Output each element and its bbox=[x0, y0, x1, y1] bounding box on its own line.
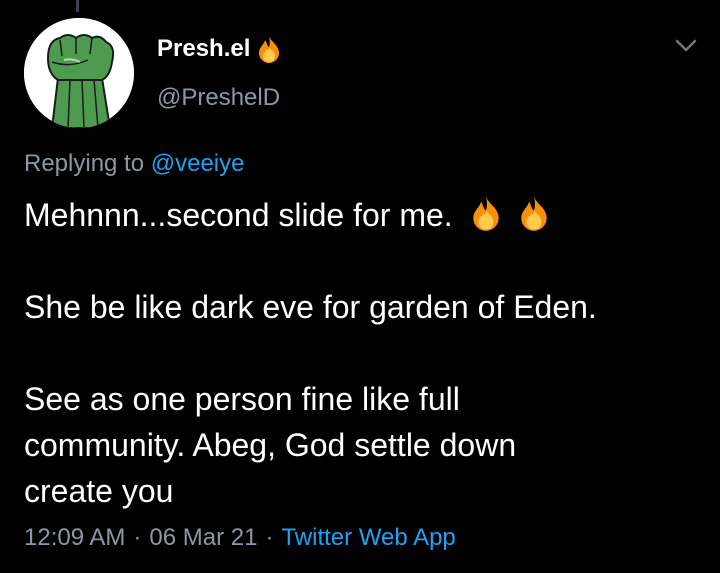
avatar[interactable] bbox=[24, 18, 134, 128]
fire-emoji-icon bbox=[473, 196, 499, 231]
fire-emoji-icon bbox=[521, 196, 547, 231]
meta-separator: · bbox=[265, 524, 274, 551]
tweet-metadata: 12:09 AM · 06 Mar 21 · Twitter Web App bbox=[24, 524, 456, 552]
replying-to-mention-link[interactable]: @veeiye bbox=[151, 150, 245, 177]
author-name-row[interactable]: Presh.el bbox=[157, 34, 284, 64]
tweet-line-2: She be like dark eve for garden of Eden. bbox=[24, 289, 597, 325]
meta-separator: · bbox=[133, 524, 142, 551]
tweet-time[interactable]: 12:09 AM bbox=[24, 524, 125, 552]
author-display-name[interactable]: Presh.el bbox=[157, 35, 250, 63]
replying-to-line: Replying to @veeiye bbox=[24, 150, 245, 178]
tweet-line-3: See as one person fine like full bbox=[24, 381, 460, 417]
tweet-line-1-text: Mehnnn...second slide for me. bbox=[24, 197, 453, 233]
tweet-line-5: create you bbox=[24, 473, 174, 509]
author-handle[interactable]: @PreshelD bbox=[157, 84, 280, 112]
tweet-source-link[interactable]: Twitter Web App bbox=[281, 524, 455, 552]
chevron-down-icon[interactable] bbox=[672, 32, 700, 60]
raised-fist-avatar-icon bbox=[24, 18, 134, 128]
tweet-line-4: community. Abeg, God settle down bbox=[24, 427, 517, 463]
tweet-body: Mehnnn...second slide for me. She be lik… bbox=[24, 192, 704, 514]
thread-connector-line bbox=[76, 0, 79, 12]
replying-to-label: Replying to bbox=[24, 150, 145, 177]
fire-emoji-icon bbox=[259, 36, 280, 63]
tweet-line-1: Mehnnn...second slide for me. bbox=[24, 192, 704, 238]
tweet-date[interactable]: 06 Mar 21 bbox=[149, 524, 257, 552]
